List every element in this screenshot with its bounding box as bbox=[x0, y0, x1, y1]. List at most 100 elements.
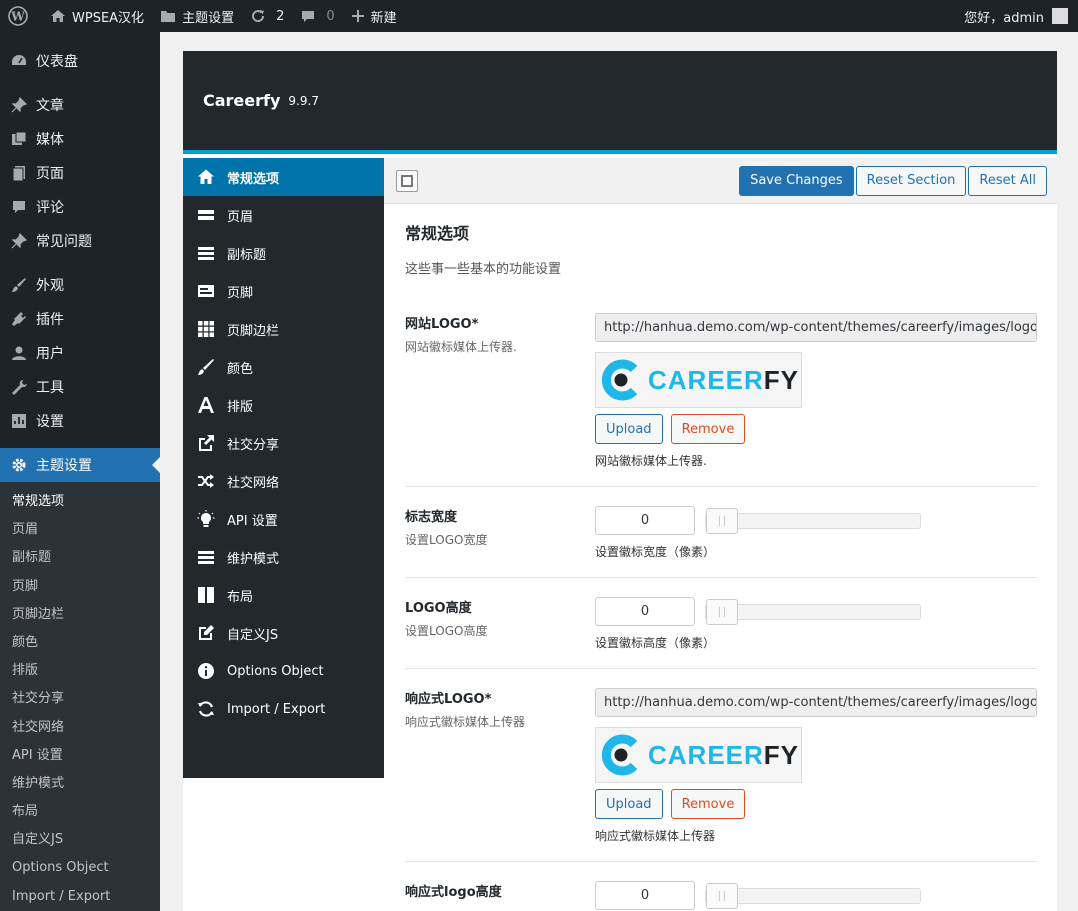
section-tab-maintenance[interactable]: 维护模式 bbox=[183, 538, 384, 576]
section-tab-header[interactable]: 页眉 bbox=[183, 196, 384, 234]
section-tab-label: 布局 bbox=[227, 589, 254, 605]
section-tab-footer-sidebar[interactable]: 页脚边栏 bbox=[183, 310, 384, 348]
columns-icon bbox=[197, 586, 215, 604]
menu-appearance[interactable]: 外观 bbox=[0, 268, 160, 302]
section-tab-custom-js[interactable]: 自定义JS bbox=[183, 614, 384, 652]
wordpress-icon: W bbox=[8, 6, 28, 26]
shuffle-icon bbox=[197, 472, 215, 490]
site-name-link[interactable]: WPSEA汉化 bbox=[42, 0, 152, 32]
section-tab-footer[interactable]: 页脚 bbox=[183, 272, 384, 310]
logo-width-input[interactable]: 0 bbox=[595, 506, 695, 535]
panel-version: 9.9.7 bbox=[288, 93, 319, 108]
menu-comments[interactable]: 评论 bbox=[0, 190, 160, 224]
submenu-item[interactable]: 页脚 bbox=[0, 573, 160, 601]
brush-icon bbox=[10, 276, 28, 294]
submenu-item[interactable]: 社交网络 bbox=[0, 714, 160, 742]
pin-icon bbox=[10, 232, 28, 250]
save-changes-button[interactable]: Save Changes bbox=[739, 165, 854, 196]
field-subtitle: 设置LOGO宽度 bbox=[405, 533, 488, 547]
submenu-item[interactable]: 页眉 bbox=[0, 516, 160, 544]
panel-main: Save Changes Reset Section Reset All 常规选… bbox=[384, 158, 1057, 911]
section-tab-options-object[interactable]: Options Object bbox=[183, 652, 384, 690]
font-icon bbox=[197, 396, 215, 414]
slider-handle[interactable] bbox=[706, 882, 738, 909]
submenu-item[interactable]: 常规选项 bbox=[0, 488, 160, 516]
field-site-logo: 网站LOGO* 网站徽标媒体上传器. http://hanhua.demo.co… bbox=[405, 299, 1037, 487]
reset-all-button[interactable]: Reset All bbox=[968, 165, 1047, 196]
account-menu[interactable]: 您好，admin bbox=[964, 7, 1078, 26]
field-title: 响应式logo高度 bbox=[405, 885, 502, 900]
page-icon bbox=[10, 164, 28, 182]
section-tab-label: Options Object bbox=[227, 663, 324, 679]
submenu-item[interactable]: API 设置 bbox=[0, 742, 160, 770]
logo-width-slider[interactable] bbox=[705, 507, 921, 534]
header-icon bbox=[197, 206, 215, 224]
menu-users[interactable]: 用户 bbox=[0, 336, 160, 370]
expand-options-button[interactable] bbox=[396, 169, 418, 192]
menu-plugins[interactable]: 插件 bbox=[0, 302, 160, 336]
slider-handle[interactable] bbox=[706, 598, 738, 625]
upload-button[interactable]: Upload bbox=[595, 414, 663, 444]
submenu-item[interactable]: 维护模式 bbox=[0, 770, 160, 798]
logo-url-input[interactable]: http://hanhua.demo.com/wp-content/themes… bbox=[595, 313, 1037, 342]
reset-section-button[interactable]: Reset Section bbox=[855, 165, 967, 196]
home-icon bbox=[197, 168, 215, 186]
logo-wordmark: CAREERFY bbox=[648, 740, 799, 771]
section-tab-label: API 设置 bbox=[227, 513, 278, 529]
responsive-logo-height-input[interactable]: 0 bbox=[595, 881, 695, 910]
new-content-link[interactable]: 新建 bbox=[343, 0, 405, 32]
menu-media[interactable]: 媒体 bbox=[0, 122, 160, 156]
responsive-logo-height-slider[interactable] bbox=[705, 882, 921, 909]
logo-height-input[interactable]: 0 bbox=[595, 597, 695, 626]
section-tab-layout[interactable]: 布局 bbox=[183, 576, 384, 614]
comments-link[interactable]: 0 bbox=[292, 0, 342, 32]
submenu-item[interactable]: 布局 bbox=[0, 798, 160, 826]
menu-dashboard[interactable]: 仪表盘 bbox=[0, 44, 160, 78]
section-tab-api-settings[interactable]: API 设置 bbox=[183, 500, 384, 538]
section-tab-label: 页脚边栏 bbox=[227, 323, 280, 339]
site-name-label: WPSEA汉化 bbox=[72, 10, 145, 26]
upload-button[interactable]: Upload bbox=[595, 789, 663, 819]
admin-bar: W WPSEA汉化 主题设置 2 0 新建 您好，admin bbox=[0, 0, 1078, 32]
section-tab-label: 颜色 bbox=[227, 361, 254, 377]
field-help: 网站徽标媒体上传器. bbox=[595, 454, 707, 468]
responsive-logo-url-input[interactable]: http://hanhua.demo.com/wp-content/themes… bbox=[595, 688, 1037, 717]
theme-settings-link[interactable]: 主题设置 bbox=[152, 0, 242, 32]
submenu-item[interactable]: 社交分享 bbox=[0, 685, 160, 713]
section-tab-label: 副标题 bbox=[227, 247, 267, 263]
submenu-item[interactable]: 颜色 bbox=[0, 629, 160, 657]
submenu-item[interactable]: 排版 bbox=[0, 657, 160, 685]
submenu-item[interactable]: 副标题 bbox=[0, 544, 160, 572]
menu-label: 评论 bbox=[36, 200, 64, 216]
section-tab-general[interactable]: 常规选项 bbox=[183, 158, 384, 196]
menu-theme-settings[interactable]: 主题设置 bbox=[0, 448, 160, 482]
field-logo-width: 标志宽度 设置LOGO宽度 0 设置徽标宽度（像素） bbox=[405, 487, 1037, 578]
section-tab-colors[interactable]: 颜色 bbox=[183, 348, 384, 386]
menu-posts[interactable]: 文章 bbox=[0, 88, 160, 122]
lightbulb-icon bbox=[197, 510, 215, 528]
menu-faq[interactable]: 常见问题 bbox=[0, 224, 160, 258]
menu-settings[interactable]: 设置 bbox=[0, 404, 160, 438]
field-title: 标志宽度 bbox=[405, 510, 458, 525]
field-subtitle: 设置LOGO高度 bbox=[405, 624, 488, 638]
logo-preview-image: CAREERFY bbox=[595, 352, 802, 408]
remove-button[interactable]: Remove bbox=[670, 789, 746, 819]
submenu-item[interactable]: 自定义JS bbox=[0, 826, 160, 854]
wordpress-logo-button[interactable]: W bbox=[0, 0, 42, 32]
section-tab-typography[interactable]: 排版 bbox=[183, 386, 384, 424]
edit-icon bbox=[197, 624, 215, 642]
submenu-item[interactable]: Options Object bbox=[0, 854, 160, 882]
section-tab-social-networks[interactable]: 社交网络 bbox=[183, 462, 384, 500]
slider-handle[interactable] bbox=[706, 507, 738, 534]
section-tab-import-export[interactable]: Import / Export bbox=[183, 690, 384, 728]
menu-pages[interactable]: 页面 bbox=[0, 156, 160, 190]
submenu-item[interactable]: Import / Export bbox=[0, 883, 160, 911]
remove-button[interactable]: Remove bbox=[670, 414, 746, 444]
section-tab-subheader[interactable]: 副标题 bbox=[183, 234, 384, 272]
logo-height-slider[interactable] bbox=[705, 598, 921, 625]
menu-tools[interactable]: 工具 bbox=[0, 370, 160, 404]
logo-wordmark-a: CAREER bbox=[648, 364, 764, 395]
updates-link[interactable]: 2 bbox=[242, 0, 292, 32]
section-tab-social-share[interactable]: 社交分享 bbox=[183, 424, 384, 462]
submenu-item[interactable]: 页脚边栏 bbox=[0, 601, 160, 629]
